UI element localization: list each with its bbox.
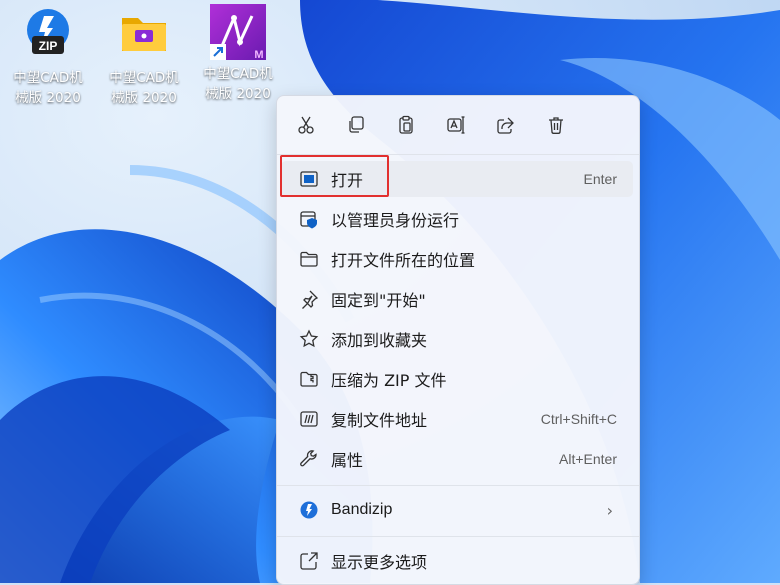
menu-item-label: 属性 bbox=[331, 451, 364, 470]
zwcad-mechanical-icon: M bbox=[208, 2, 268, 62]
paste-button[interactable] bbox=[394, 113, 418, 137]
menu-item-label: 固定到"开始" bbox=[331, 291, 426, 310]
bandizip-icon bbox=[300, 501, 318, 519]
shield-window-icon bbox=[300, 211, 317, 229]
menu-item-run-as-admin[interactable]: 以管理员身份运行 bbox=[281, 201, 633, 237]
bandizip-zip-icon: ZIP bbox=[22, 6, 74, 58]
rename-icon bbox=[447, 116, 465, 134]
wrench-icon bbox=[300, 450, 317, 467]
menu-separator bbox=[277, 536, 639, 537]
menu-item-label: 复制文件地址 bbox=[331, 411, 428, 430]
menu-separator bbox=[277, 485, 639, 486]
menu-item-add-to-favorites[interactable]: 添加到收藏夹 bbox=[281, 321, 633, 357]
desktop-icon-label: 中望CAD机 械版 2020 bbox=[13, 70, 83, 106]
menu-item-pin-to-start[interactable]: 固定到"开始" bbox=[281, 281, 633, 317]
menu-item-label: Bandizip bbox=[331, 501, 393, 518]
copy-path-icon bbox=[300, 411, 318, 427]
menu-item-show-more-options[interactable]: 显示更多选项 bbox=[281, 543, 633, 579]
svg-text:M: M bbox=[254, 49, 263, 61]
menu-item-open-file-location[interactable]: 打开文件所在的位置 bbox=[281, 241, 633, 277]
svg-text:ZIP: ZIP bbox=[39, 39, 58, 53]
desktop-icon-zwcad[interactable]: M 中望CAD机 械版 2020 bbox=[198, 4, 278, 104]
folder-icon bbox=[118, 6, 170, 58]
menu-item-bandizip[interactable]: Bandizip › bbox=[281, 492, 633, 528]
more-options-icon bbox=[300, 552, 318, 570]
highlight-box bbox=[280, 155, 389, 197]
chevron-right-icon: › bbox=[606, 500, 613, 520]
menu-item-properties[interactable]: 属性 Alt+Enter bbox=[281, 441, 633, 477]
menu-item-label: 添加到收藏夹 bbox=[331, 331, 428, 350]
context-menu-toolbar bbox=[277, 96, 639, 154]
menu-item-compress-zip[interactable]: 压缩为 ZIP 文件 bbox=[281, 361, 633, 397]
star-icon bbox=[299, 329, 319, 348]
menu-item-label: 以管理员身份运行 bbox=[331, 211, 460, 230]
delete-button[interactable] bbox=[544, 113, 568, 137]
scissors-icon bbox=[298, 116, 314, 134]
folder-outline-icon bbox=[300, 251, 318, 267]
copy-button[interactable] bbox=[344, 113, 368, 137]
menu-item-shortcut: Alt+Enter bbox=[559, 451, 617, 467]
menu-item-label: 打开文件所在的位置 bbox=[331, 251, 476, 270]
share-button[interactable] bbox=[494, 113, 518, 137]
desktop-icon-folder[interactable]: 中望CAD机 械版 2020 bbox=[104, 6, 184, 108]
clipboard-icon bbox=[399, 115, 413, 134]
trash-icon bbox=[549, 117, 563, 134]
menu-item-shortcut: Ctrl+Shift+C bbox=[540, 411, 617, 427]
desktop-icon-zip[interactable]: ZIP 中望CAD机 械版 2020 bbox=[8, 6, 88, 108]
zip-folder-icon bbox=[300, 371, 318, 387]
copy-icon bbox=[349, 116, 364, 133]
rename-button[interactable] bbox=[444, 113, 468, 137]
cut-button[interactable] bbox=[294, 113, 318, 137]
desktop-icon-label: 中望CAD机 械版 2020 bbox=[203, 66, 273, 102]
desktop-icon-label: 中望CAD机 械版 2020 bbox=[109, 70, 179, 106]
menu-item-label: 压缩为 ZIP 文件 bbox=[331, 371, 447, 390]
menu-item-copy-file-path[interactable]: 复制文件地址 Ctrl+Shift+C bbox=[281, 401, 633, 437]
share-icon bbox=[497, 117, 514, 134]
pin-icon bbox=[302, 290, 319, 309]
menu-item-label: 显示更多选项 bbox=[331, 553, 428, 572]
menu-item-shortcut: Enter bbox=[583, 171, 617, 187]
